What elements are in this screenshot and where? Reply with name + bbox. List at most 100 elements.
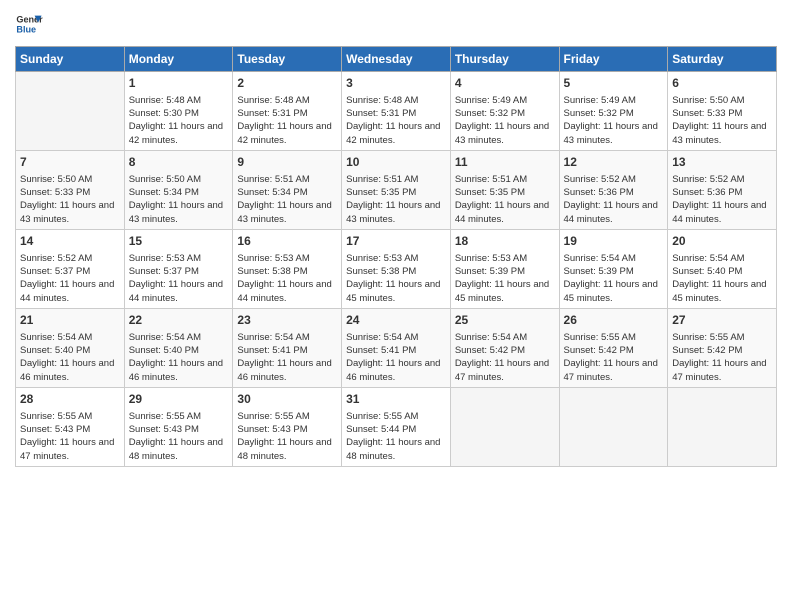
- calendar-cell: [559, 387, 668, 466]
- sunset-text: Sunset: 5:39 PM: [455, 265, 555, 278]
- calendar-cell: 30Sunrise: 5:55 AMSunset: 5:43 PMDayligh…: [233, 387, 342, 466]
- daylight-text: Daylight: 11 hours and 42 minutes.: [237, 120, 337, 147]
- sunset-text: Sunset: 5:32 PM: [455, 107, 555, 120]
- calendar-cell: 19Sunrise: 5:54 AMSunset: 5:39 PMDayligh…: [559, 229, 668, 308]
- sunset-text: Sunset: 5:43 PM: [20, 423, 120, 436]
- sunrise-text: Sunrise: 5:54 AM: [672, 252, 772, 265]
- sunrise-text: Sunrise: 5:54 AM: [564, 252, 664, 265]
- daylight-text: Daylight: 11 hours and 48 minutes.: [346, 436, 446, 463]
- daylight-text: Daylight: 11 hours and 45 minutes.: [455, 278, 555, 305]
- sunrise-text: Sunrise: 5:52 AM: [672, 173, 772, 186]
- sunset-text: Sunset: 5:35 PM: [455, 186, 555, 199]
- calendar-cell: 14Sunrise: 5:52 AMSunset: 5:37 PMDayligh…: [16, 229, 125, 308]
- day-number: 15: [129, 233, 229, 250]
- sunset-text: Sunset: 5:39 PM: [564, 265, 664, 278]
- day-number: 24: [346, 312, 446, 329]
- day-number: 26: [564, 312, 664, 329]
- sunrise-text: Sunrise: 5:51 AM: [237, 173, 337, 186]
- calendar-cell: 5Sunrise: 5:49 AMSunset: 5:32 PMDaylight…: [559, 72, 668, 151]
- sunrise-text: Sunrise: 5:50 AM: [129, 173, 229, 186]
- daylight-text: Daylight: 11 hours and 47 minutes.: [564, 357, 664, 384]
- calendar-cell: 25Sunrise: 5:54 AMSunset: 5:42 PMDayligh…: [450, 308, 559, 387]
- calendar-cell: 23Sunrise: 5:54 AMSunset: 5:41 PMDayligh…: [233, 308, 342, 387]
- day-number: 12: [564, 154, 664, 171]
- sunset-text: Sunset: 5:44 PM: [346, 423, 446, 436]
- sunset-text: Sunset: 5:42 PM: [564, 344, 664, 357]
- calendar-week-1: 7Sunrise: 5:50 AMSunset: 5:33 PMDaylight…: [16, 150, 777, 229]
- day-number: 20: [672, 233, 772, 250]
- day-number: 11: [455, 154, 555, 171]
- sunrise-text: Sunrise: 5:48 AM: [129, 94, 229, 107]
- calendar-cell: [16, 72, 125, 151]
- daylight-text: Daylight: 11 hours and 43 minutes.: [346, 199, 446, 226]
- sunset-text: Sunset: 5:33 PM: [672, 107, 772, 120]
- day-number: 22: [129, 312, 229, 329]
- sunset-text: Sunset: 5:34 PM: [237, 186, 337, 199]
- day-number: 28: [20, 391, 120, 408]
- calendar-week-0: 1Sunrise: 5:48 AMSunset: 5:30 PMDaylight…: [16, 72, 777, 151]
- sunrise-text: Sunrise: 5:50 AM: [672, 94, 772, 107]
- daylight-text: Daylight: 11 hours and 42 minutes.: [346, 120, 446, 147]
- sunset-text: Sunset: 5:35 PM: [346, 186, 446, 199]
- sunrise-text: Sunrise: 5:53 AM: [346, 252, 446, 265]
- daylight-text: Daylight: 11 hours and 48 minutes.: [237, 436, 337, 463]
- calendar-cell: 17Sunrise: 5:53 AMSunset: 5:38 PMDayligh…: [342, 229, 451, 308]
- sunset-text: Sunset: 5:34 PM: [129, 186, 229, 199]
- day-number: 1: [129, 75, 229, 92]
- calendar-cell: 6 Sunrise: 5:50 AMSunset: 5:33 PMDaylight…: [668, 72, 777, 151]
- calendar-cell: [450, 387, 559, 466]
- daylight-text: Daylight: 11 hours and 43 minutes.: [564, 120, 664, 147]
- day-number: 6: [672, 75, 772, 92]
- sunrise-text: Sunrise: 5:53 AM: [129, 252, 229, 265]
- sunset-text: Sunset: 5:31 PM: [237, 107, 337, 120]
- calendar-cell: 3Sunrise: 5:48 AMSunset: 5:31 PMDaylight…: [342, 72, 451, 151]
- sunset-text: Sunset: 5:37 PM: [20, 265, 120, 278]
- sunset-text: Sunset: 5:36 PM: [564, 186, 664, 199]
- daylight-text: Daylight: 11 hours and 47 minutes.: [455, 357, 555, 384]
- daylight-text: Daylight: 11 hours and 43 minutes.: [20, 199, 120, 226]
- sunrise-text: Sunrise: 5:55 AM: [20, 410, 120, 423]
- sunset-text: Sunset: 5:37 PM: [129, 265, 229, 278]
- calendar-cell: 13Sunrise: 5:52 AMSunset: 5:36 PMDayligh…: [668, 150, 777, 229]
- calendar-header-row: SundayMondayTuesdayWednesdayThursdayFrid…: [16, 47, 777, 72]
- sunset-text: Sunset: 5:42 PM: [455, 344, 555, 357]
- calendar-cell: 7Sunrise: 5:50 AMSunset: 5:33 PMDaylight…: [16, 150, 125, 229]
- sunset-text: Sunset: 5:41 PM: [237, 344, 337, 357]
- daylight-text: Daylight: 11 hours and 44 minutes.: [455, 199, 555, 226]
- svg-text:Blue: Blue: [16, 24, 36, 34]
- daylight-text: Daylight: 11 hours and 43 minutes.: [672, 120, 772, 147]
- daylight-text: Daylight: 11 hours and 46 minutes.: [346, 357, 446, 384]
- daylight-text: Daylight: 11 hours and 45 minutes.: [346, 278, 446, 305]
- day-number: 9: [237, 154, 337, 171]
- sunset-text: Sunset: 5:30 PM: [129, 107, 229, 120]
- calendar-cell: 24 Sunrise: 5:54 AMSunset: 5:41 PMDayligh…: [342, 308, 451, 387]
- daylight-text: Daylight: 11 hours and 46 minutes.: [20, 357, 120, 384]
- day-number: 29: [129, 391, 229, 408]
- day-header-thursday: Thursday: [450, 47, 559, 72]
- day-header-tuesday: Tuesday: [233, 47, 342, 72]
- sunset-text: Sunset: 5:38 PM: [237, 265, 337, 278]
- daylight-text: Daylight: 11 hours and 48 minutes.: [129, 436, 229, 463]
- sunset-text: Sunset: 5:36 PM: [672, 186, 772, 199]
- day-header-monday: Monday: [124, 47, 233, 72]
- sunrise-text: Sunrise: 5:48 AM: [346, 94, 446, 107]
- sunrise-text: Sunrise: 5:51 AM: [346, 173, 446, 186]
- calendar-week-3: 21Sunrise: 5:54 AMSunset: 5:40 PMDayligh…: [16, 308, 777, 387]
- day-number: 8: [129, 154, 229, 171]
- sunset-text: Sunset: 5:43 PM: [237, 423, 337, 436]
- sunrise-text: Sunrise: 5:54 AM: [237, 331, 337, 344]
- calendar-week-2: 14Sunrise: 5:52 AMSunset: 5:37 PMDayligh…: [16, 229, 777, 308]
- sunrise-text: Sunrise: 5:55 AM: [564, 331, 664, 344]
- daylight-text: Daylight: 11 hours and 45 minutes.: [672, 278, 772, 305]
- sunrise-text: Sunrise: 5:54 AM: [346, 331, 446, 344]
- daylight-text: Daylight: 11 hours and 47 minutes.: [672, 357, 772, 384]
- daylight-text: Daylight: 11 hours and 44 minutes.: [237, 278, 337, 305]
- day-header-wednesday: Wednesday: [342, 47, 451, 72]
- sunset-text: Sunset: 5:41 PM: [346, 344, 446, 357]
- calendar-cell: 20 Sunrise: 5:54 AMSunset: 5:40 PMDayligh…: [668, 229, 777, 308]
- day-header-friday: Friday: [559, 47, 668, 72]
- sunset-text: Sunset: 5:40 PM: [672, 265, 772, 278]
- sunset-text: Sunset: 5:40 PM: [20, 344, 120, 357]
- day-number: 18: [455, 233, 555, 250]
- day-number: 3: [346, 75, 446, 92]
